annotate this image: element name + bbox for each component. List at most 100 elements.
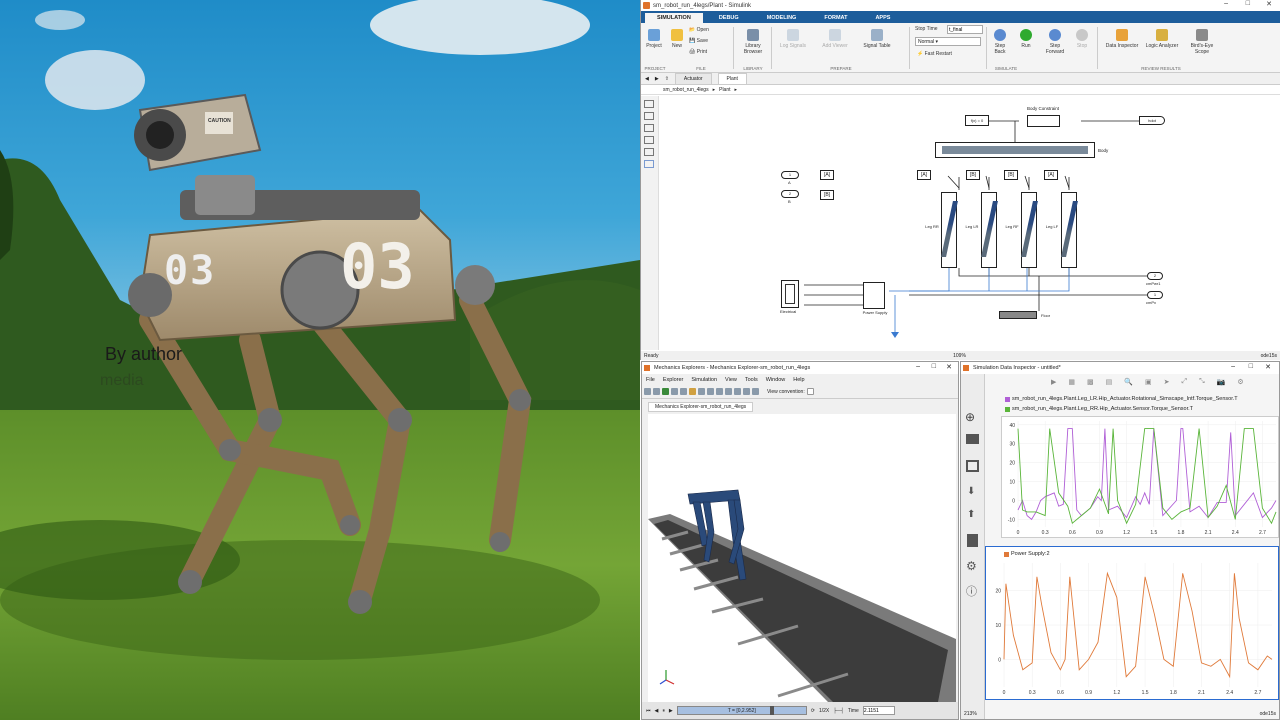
hdot-outport[interactable]: hdot — [1139, 116, 1165, 125]
me-doc-tab[interactable]: Mechanics Explorer-sm_robot_run_4legs — [648, 402, 754, 412]
me-minimize-icon[interactable]: – — [916, 363, 920, 370]
inport-2[interactable]: 2 — [781, 190, 799, 198]
annotation-icon[interactable] — [644, 136, 654, 144]
run-button[interactable]: Run — [1015, 29, 1037, 49]
me-menu-file[interactable]: File — [646, 377, 655, 383]
view-bottom-icon[interactable] — [734, 388, 741, 395]
area-icon[interactable] — [644, 160, 654, 168]
from-tag-lf[interactable]: [A] — [1044, 170, 1058, 180]
me-maximize-icon[interactable]: □ — [932, 363, 936, 370]
new-button[interactable]: New — [668, 29, 686, 49]
stop-time-input[interactable] — [947, 25, 983, 34]
pan-icon[interactable] — [671, 388, 678, 395]
speed-slider-icon[interactable]: ├─┤ — [833, 708, 844, 714]
model-canvas[interactable]: f(x) = 0 Body Constraint hdot Body 1 A 2… — [659, 96, 1280, 350]
minimize-icon[interactable]: – — [1224, 0, 1228, 7]
inport-1[interactable]: 1 — [781, 171, 799, 179]
sdi-zoom-icon[interactable]: 🔍 — [1124, 378, 1133, 386]
step-forward-button[interactable]: Step Forward — [1041, 29, 1069, 55]
view-right-icon[interactable] — [716, 388, 723, 395]
sdi-export-icon[interactable]: ⬆ — [967, 509, 978, 520]
sdi-import-icon[interactable]: ⬇ — [967, 486, 978, 497]
loop-icon[interactable]: ⟳ — [811, 708, 815, 714]
leg-lr-block[interactable] — [980, 192, 998, 268]
stop-button[interactable]: Stop — [1073, 29, 1091, 49]
sdi-collapse-icon[interactable]: ⤡ — [1199, 378, 1205, 386]
tab-simulation[interactable]: SIMULATION — [645, 13, 703, 23]
me-close-icon[interactable]: ✕ — [946, 363, 952, 371]
me-menu-tools[interactable]: Tools — [745, 377, 758, 383]
rotate-icon[interactable] — [662, 388, 669, 395]
from-tag-rf[interactable]: [B] — [1004, 170, 1018, 180]
leg-rr-block[interactable] — [940, 192, 958, 268]
library-browser-button[interactable]: Library Browser — [739, 29, 767, 55]
time-slider-thumb[interactable] — [769, 706, 774, 715]
back-icon[interactable]: ◀ — [645, 76, 649, 82]
view-iso-icon[interactable] — [743, 388, 750, 395]
add-viewer-button[interactable]: Add Viewer — [821, 29, 849, 49]
save-button[interactable]: 💾 Save — [689, 38, 729, 44]
close-icon[interactable]: ✕ — [1266, 0, 1272, 8]
birds-eye-button[interactable]: Bird's-Eye Scope — [1183, 29, 1221, 55]
time-value-input[interactable] — [862, 706, 895, 715]
print-button[interactable]: 🖨 Print — [689, 49, 729, 55]
fx-block[interactable]: f(x) = 0 — [965, 115, 989, 126]
tab-modeling[interactable]: MODELING — [755, 13, 809, 23]
signal-table-button[interactable]: Signal Table — [863, 29, 891, 49]
sdi-minimize-icon[interactable]: – — [1231, 363, 1235, 370]
sim-mode-select[interactable]: Normal ▾ — [915, 37, 981, 46]
maximize-icon[interactable]: □ — [1246, 0, 1250, 7]
power-supply-block[interactable] — [863, 282, 885, 309]
sdi-pointer-icon[interactable]: ➤ — [1164, 378, 1170, 386]
tab-debug[interactable]: DEBUG — [707, 13, 751, 23]
sdi-close-icon[interactable]: ✕ — [1265, 363, 1271, 371]
leg-lf-block[interactable] — [1060, 192, 1078, 268]
data-inspector-button[interactable]: Data Inspector — [1103, 29, 1141, 49]
tab-format[interactable]: FORMAT — [812, 13, 859, 23]
plot-power[interactable]: Power Supply:2 0 0.3 0.6 0.9 1.2 1.5 1.8 2.1 2.4… — [985, 546, 1279, 700]
sdi-folder-icon[interactable] — [966, 434, 979, 444]
play-icon[interactable]: ▶ — [669, 708, 673, 714]
breadcrumb-model[interactable]: sm_robot_run_4legs — [663, 87, 709, 93]
logic-analyzer-button[interactable]: Logic Analyzer — [1143, 29, 1181, 49]
doc-tab-actuator[interactable]: Actuator — [674, 72, 712, 85]
sdi-expand-icon[interactable]: ⤢ — [1181, 378, 1187, 386]
electrical-block[interactable] — [781, 280, 799, 308]
leg-rf-block[interactable] — [1020, 192, 1038, 268]
me-menu-explorer[interactable]: Explorer — [663, 377, 683, 383]
time-slider[interactable]: T = [0,2.952] — [676, 706, 807, 715]
view-back-icon[interactable] — [698, 388, 705, 395]
rewind-icon[interactable]: ⏮ — [646, 708, 651, 714]
sdi-help-icon[interactable]: ⓘ — [966, 583, 979, 599]
sdi-layout-icon[interactable]: ▦ — [1068, 378, 1075, 386]
breadcrumb-plant[interactable]: Plant — [719, 87, 730, 93]
doc-tab-plant[interactable]: Plant — [717, 72, 747, 85]
pause-icon[interactable]: ⏸ — [662, 708, 665, 714]
view-front-icon[interactable] — [689, 388, 696, 395]
open-button[interactable]: 📂 Open — [689, 27, 729, 33]
sdi-settings-icon[interactable]: ⚙ — [966, 559, 979, 573]
sdi-maximize-icon[interactable]: □ — [1249, 363, 1253, 370]
up-icon[interactable]: ⇧ — [665, 76, 669, 82]
me-3d-viewport[interactable] — [648, 414, 956, 702]
fit-icon[interactable] — [680, 388, 687, 395]
image-icon[interactable] — [644, 148, 654, 156]
outport-1[interactable]: 1 — [1147, 291, 1163, 299]
sdi-replay-icon[interactable]: ▶ — [1051, 378, 1056, 386]
body-constraint-block[interactable] — [1027, 115, 1060, 127]
sdi-save-icon[interactable] — [966, 460, 979, 472]
view-left-icon[interactable] — [707, 388, 714, 395]
fit-view-icon[interactable] — [644, 112, 654, 120]
play-back-icon[interactable]: ◀ — [655, 708, 659, 714]
sdi-grid-icon[interactable]: ▩ — [1087, 378, 1094, 386]
sdi-fit-icon[interactable]: ▣ — [1145, 378, 1152, 386]
sdi-camera-icon[interactable]: 📷 — [1217, 378, 1226, 386]
body-block[interactable] — [935, 142, 1095, 158]
zoom-out-icon[interactable] — [653, 388, 660, 395]
outport-2[interactable]: 2 — [1147, 272, 1163, 280]
step-back-button[interactable]: Step Back — [989, 29, 1011, 55]
tab-apps[interactable]: APPS — [863, 13, 902, 23]
goto-b[interactable]: [B] — [820, 190, 834, 200]
grid-icon[interactable] — [752, 388, 759, 395]
floor-block[interactable] — [999, 311, 1037, 319]
